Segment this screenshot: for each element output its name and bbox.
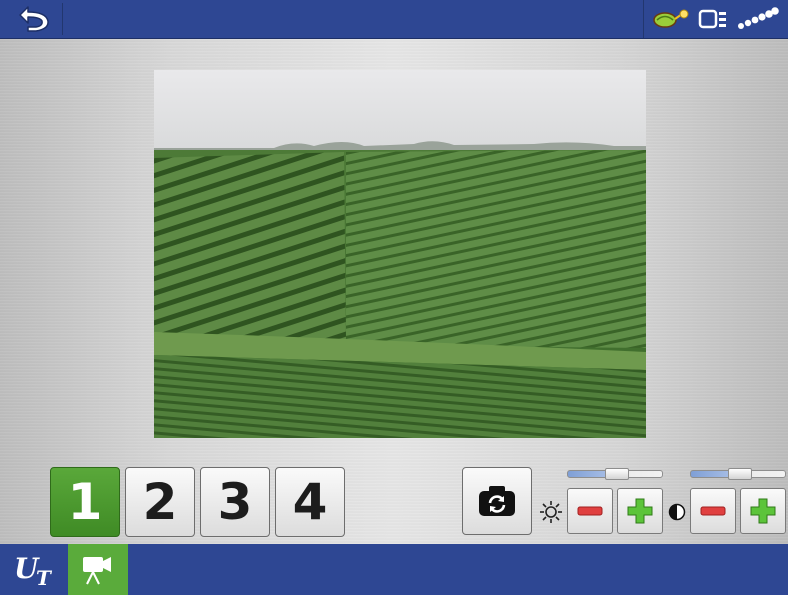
sun-icon [540,501,562,523]
camera-rotate-icon [479,486,515,516]
camera-tab[interactable] [68,544,128,595]
brightness-slider-thumb[interactable] [605,468,629,480]
camera-2-button[interactable]: 2 [125,467,195,537]
brightness-increase-button[interactable] [617,488,663,534]
brightness-decrease-button[interactable] [567,488,613,534]
status-icons [643,0,784,38]
snapshot-button[interactable] [462,467,532,535]
video-camera-icon [83,557,111,585]
bottom-bar: U T [0,544,788,595]
display-module-icon[interactable] [698,8,728,30]
contrast-increase-button[interactable] [740,488,786,534]
camera-1-label: 1 [67,473,103,531]
contrast-slider-thumb[interactable] [728,468,752,480]
back-arrow-icon [19,6,49,32]
top-bar [0,0,788,39]
camera-4-button[interactable]: 4 [275,467,345,537]
plus-icon [627,498,653,524]
camera-2-label: 2 [142,473,178,531]
plus-icon [750,498,776,524]
camera-1-button[interactable]: 1 [50,467,120,537]
camera-4-label: 4 [292,473,328,531]
contrast-decrease-button[interactable] [690,488,736,534]
camera-3-label: 3 [217,473,253,531]
universal-terminal-logo[interactable]: U T [8,552,60,590]
back-button[interactable] [6,3,63,35]
brightness-slider[interactable] [567,468,663,480]
camera-feed [154,70,646,438]
field-camera-image [154,70,646,438]
implement-seed-icon[interactable] [652,8,690,30]
gps-signal-icon[interactable] [736,6,780,32]
contrast-slider[interactable] [690,468,786,480]
contrast-icon [668,503,686,521]
camera-3-button[interactable]: 3 [200,467,270,537]
minus-icon [577,506,603,516]
logo-letter-t: T [36,566,51,590]
logo-letter-u: U [14,552,39,585]
minus-icon [700,506,726,516]
main-panel: 1 2 3 4 [0,39,788,544]
